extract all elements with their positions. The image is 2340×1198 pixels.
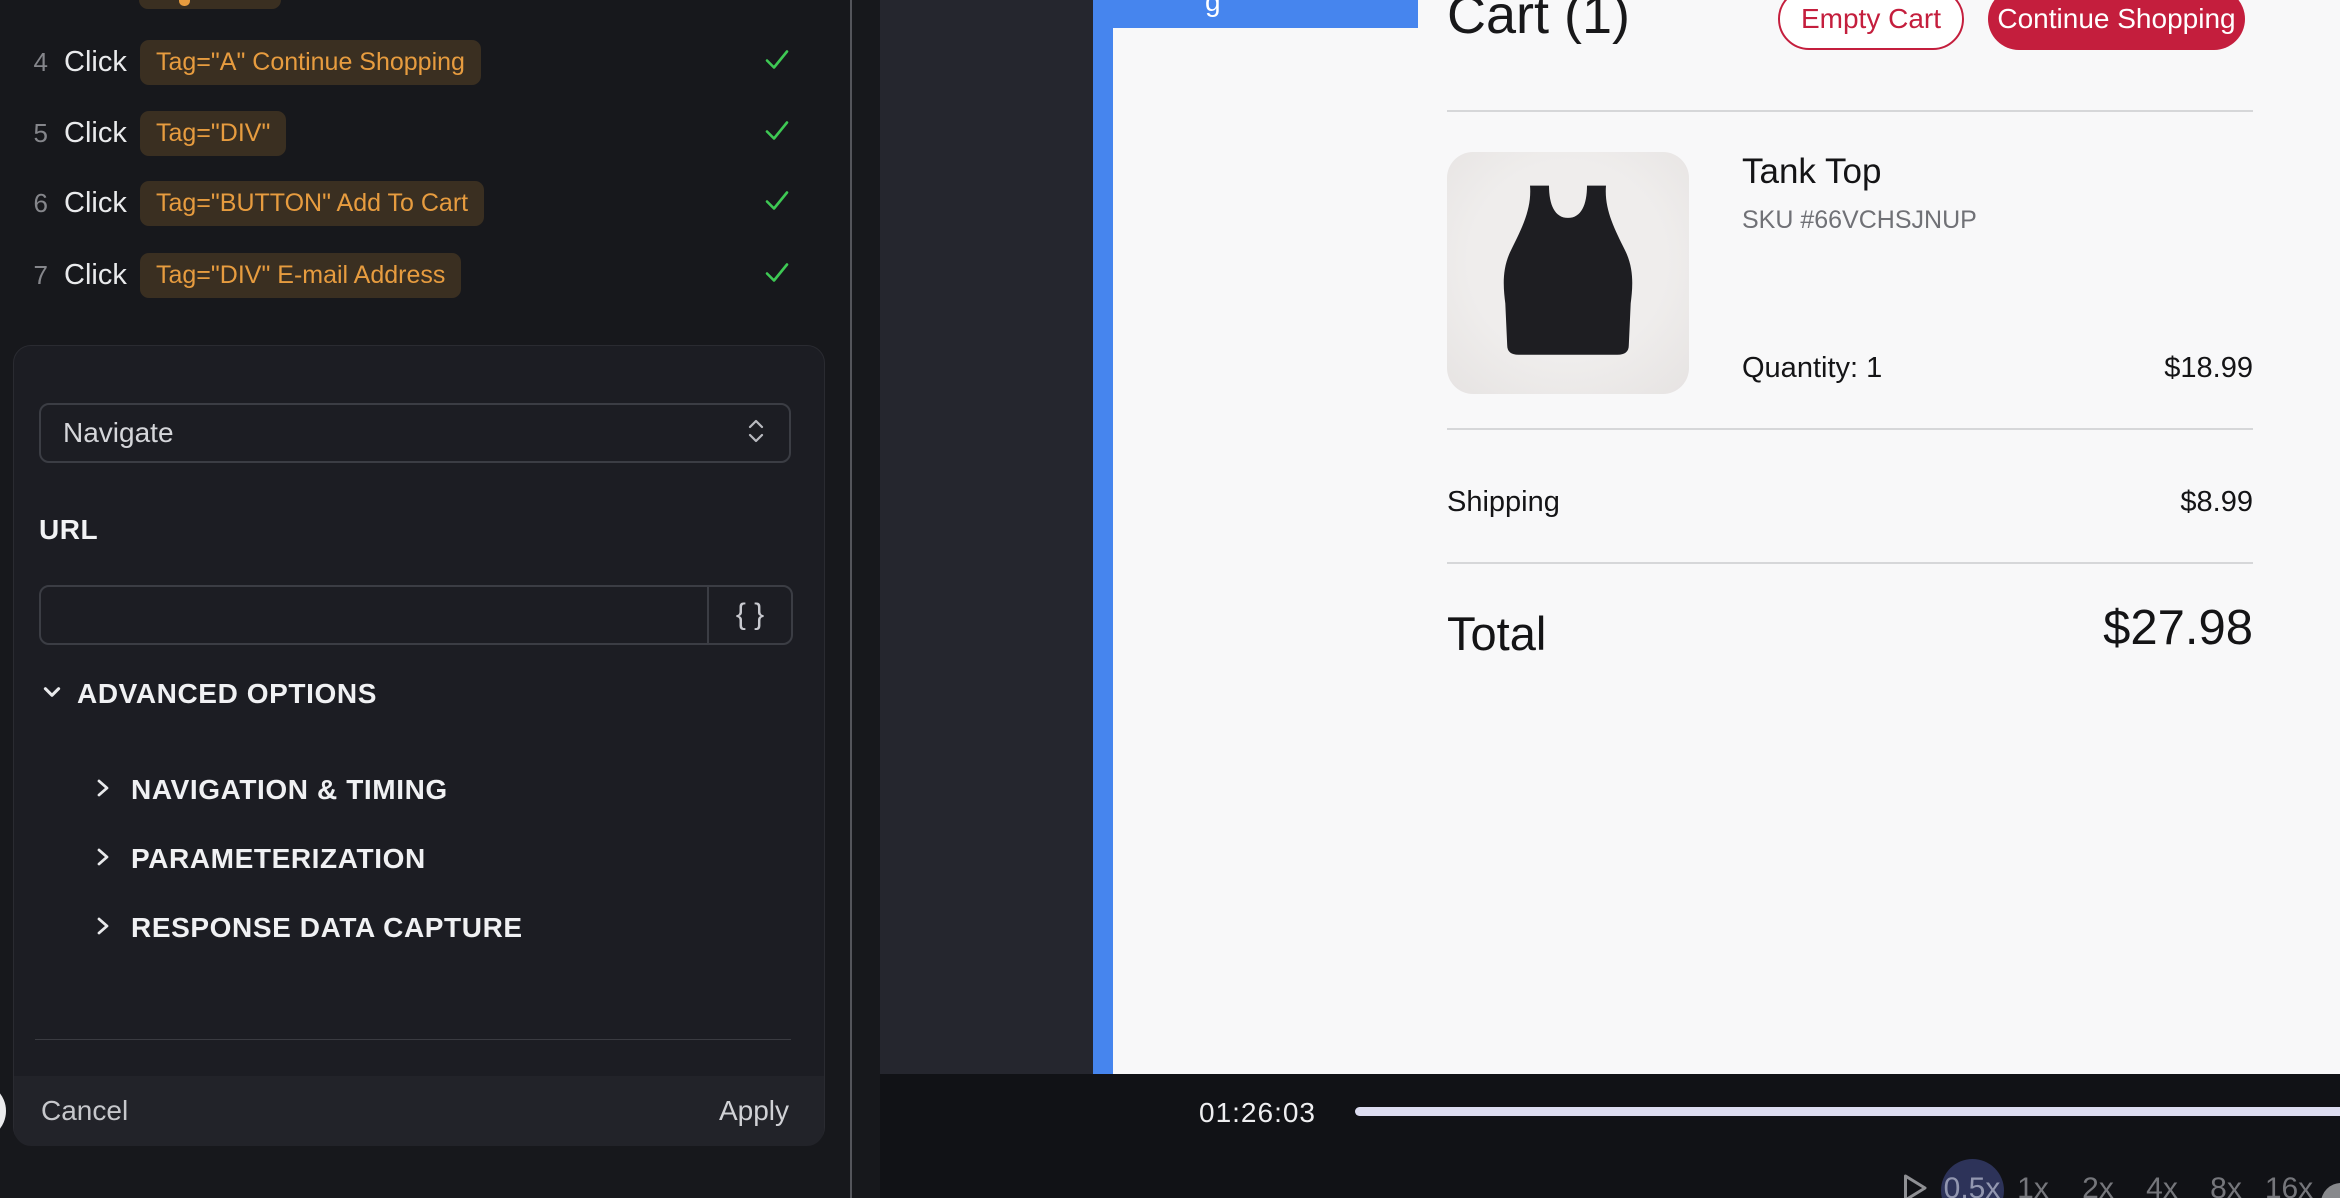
chevron-right-icon	[93, 777, 113, 804]
product-quantity: Quantity: 1	[1742, 352, 1882, 385]
section-label: RESPONSE DATA CAPTURE	[131, 912, 523, 944]
step-success-check-icon	[764, 49, 790, 76]
shipping-label: Shipping	[1447, 486, 1560, 519]
product-price: $18.99	[2164, 352, 2253, 385]
step-row-5[interactable]: 5 Click Tag="DIV"	[0, 109, 850, 157]
url-input-group: { }	[39, 585, 793, 645]
speed-option-4x[interactable]: 4x	[2146, 1172, 2178, 1198]
action-type-value: Navigate	[63, 417, 745, 449]
empty-cart-label: Empty Cart	[1801, 3, 1941, 35]
panel-footer: Cancel Apply	[14, 1076, 824, 1146]
tank-top-graphic	[1473, 178, 1663, 368]
empty-cart-button[interactable]: Empty Cart	[1778, 0, 1964, 50]
badge-text-fragment	[179, 0, 190, 6]
total-price: $27.98	[2103, 600, 2253, 656]
replay-progress-bar[interactable]	[1355, 1107, 2340, 1116]
step-row-7[interactable]: 7 Click Tag="DIV" E-mail Address	[0, 251, 850, 299]
step-action-label: Click	[64, 46, 127, 79]
product-image-tank-top	[1447, 152, 1689, 394]
header-divider	[1447, 110, 2253, 112]
step-success-check-icon	[764, 262, 790, 289]
section-label: PARAMETERIZATION	[131, 843, 426, 875]
advanced-options-toggle[interactable]: ADVANCED OPTIONS	[41, 678, 377, 710]
chevron-right-icon	[93, 846, 113, 873]
step-target-badge[interactable]: Tag="BUTTON" Add To Cart	[140, 181, 484, 226]
step-number: 5	[22, 118, 48, 149]
section-label: NAVIGATION & TIMING	[131, 774, 448, 806]
advanced-options-label: ADVANCED OPTIONS	[77, 678, 377, 710]
item-divider	[1447, 428, 2253, 430]
step-action-label: Click	[64, 117, 127, 150]
step-number: 4	[22, 47, 48, 78]
step-action-label: Click	[64, 187, 127, 220]
curly-braces-icon: { }	[736, 598, 764, 632]
step-3-partial-badge	[139, 0, 281, 9]
replay-player-bar: 01:26:03 0.5x 1x 2x 4x 8x 16x	[880, 1074, 2340, 1198]
step-target-badge[interactable]: Tag="DIV" E-mail Address	[140, 253, 461, 298]
continue-shopping-label: Continue Shopping	[1997, 3, 2235, 35]
url-input[interactable]	[41, 587, 707, 643]
section-response-data-capture[interactable]: RESPONSE DATA CAPTURE	[93, 912, 523, 944]
speed-option-1x[interactable]: 1x	[2017, 1172, 2049, 1198]
action-type-select[interactable]: Navigate	[39, 403, 791, 463]
step-target-badge[interactable]: Tag="A" Continue Shopping	[140, 40, 481, 85]
step-success-check-icon	[764, 120, 790, 147]
cart-page-title: Cart (1)	[1447, 0, 1630, 46]
sidebar-resize-handle[interactable]	[850, 0, 852, 1198]
replay-timestamp: 01:26:03	[1199, 1097, 1316, 1129]
chevron-down-icon	[41, 681, 63, 708]
section-navigation-timing[interactable]: NAVIGATION & TIMING	[93, 774, 448, 806]
speed-option-16x[interactable]: 16x	[2265, 1172, 2313, 1198]
player-settings-icon[interactable]	[2321, 1183, 2340, 1198]
apply-button[interactable]: Apply	[719, 1095, 789, 1127]
steps-sidebar: 4 Click Tag="A" Continue Shopping 5 Clic…	[0, 0, 880, 1198]
element-highlight-left-edge	[1093, 0, 1113, 1074]
step-number: 6	[22, 188, 48, 219]
step-success-check-icon	[764, 190, 790, 217]
cancel-button[interactable]: Cancel	[41, 1095, 128, 1127]
step-target-badge[interactable]: Tag="DIV"	[140, 111, 286, 156]
section-parameterization[interactable]: PARAMETERIZATION	[93, 843, 426, 875]
product-sku: SKU #66VCHSJNUP	[1742, 206, 1977, 235]
speed-option-0-5x[interactable]: 0.5x	[1944, 1172, 2001, 1198]
shipping-price: $8.99	[2180, 486, 2253, 519]
replay-editor-window: 4 Click Tag="A" Continue Shopping 5 Clic…	[0, 0, 2340, 1198]
step-action-label: Click	[64, 259, 127, 292]
step-number: 7	[22, 260, 48, 291]
highlighted-header-text-fragment: g	[1205, 0, 1221, 18]
select-updown-icon	[745, 418, 767, 449]
product-name: Tank Top	[1742, 152, 1881, 192]
url-field-label: URL	[39, 514, 98, 546]
panel-divider	[35, 1039, 791, 1040]
play-icon[interactable]	[1895, 1170, 1931, 1198]
step-row-6[interactable]: 6 Click Tag="BUTTON" Add To Cart	[0, 179, 850, 227]
insert-variable-button[interactable]: { }	[707, 587, 791, 643]
shipping-divider	[1447, 562, 2253, 564]
browser-page	[1093, 0, 2340, 1074]
element-highlight-header: g	[1093, 0, 1418, 28]
step-row-4[interactable]: 4 Click Tag="A" Continue Shopping	[0, 38, 850, 86]
total-label: Total	[1447, 606, 1546, 661]
step-editor-panel: Navigate URL { } ADVANCED OPTIONS	[13, 345, 825, 1145]
chevron-right-icon	[93, 915, 113, 942]
speed-option-8x[interactable]: 8x	[2210, 1172, 2242, 1198]
floating-help-button[interactable]	[0, 1082, 6, 1140]
speed-option-2x[interactable]: 2x	[2082, 1172, 2114, 1198]
continue-shopping-button[interactable]: Continue Shopping	[1988, 0, 2245, 50]
